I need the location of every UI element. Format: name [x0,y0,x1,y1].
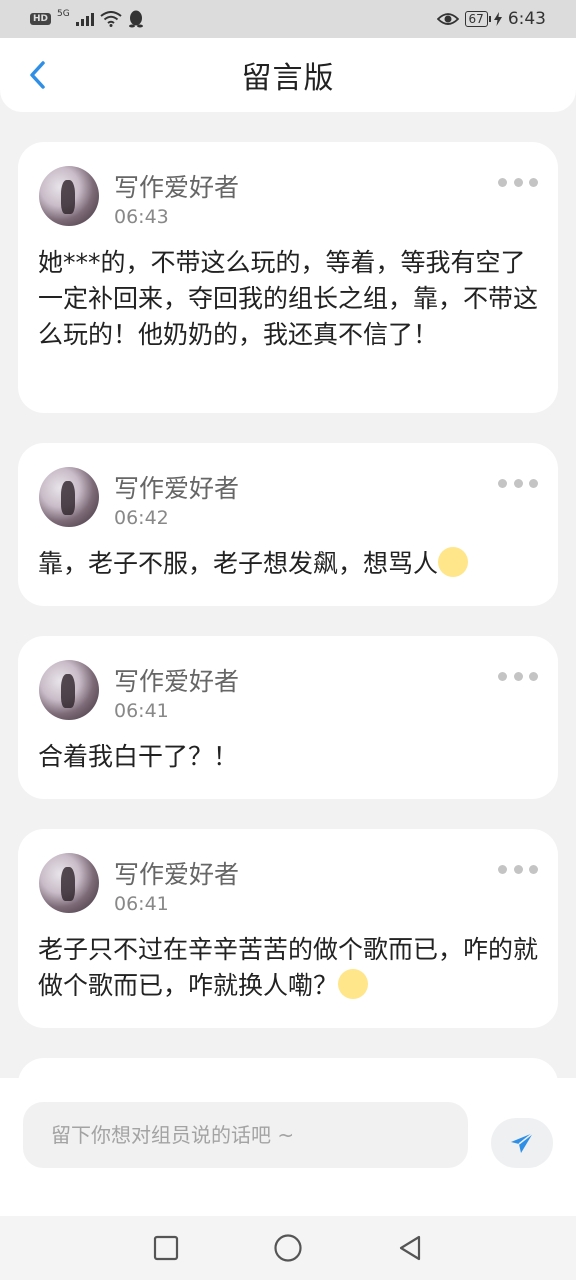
battery-icon: 67 [464,11,492,27]
moon-face-emoji-icon [438,547,469,577]
message-text: 合着我白干了？！ [38,742,239,771]
charging-icon [493,12,502,26]
message-text: 老子只不过在辛辛苦苦的做个歌而已，咋的就做个歌而已，咋就换人嘞？ [38,935,539,1000]
square-icon [153,1235,179,1261]
more-options-button[interactable] [498,670,538,682]
message-card: 写作爱好者 06:41 老子只不过在辛辛苦苦的做个歌而已，咋的就做个歌而已，咋就… [18,829,558,1028]
message-time: 06:41 [114,700,169,722]
moon-face-emoji-icon [338,969,369,999]
message-card: 写作爱好者 06:43 她***的，不带这么玩的，等着，等我有空了一定补回来，夺… [18,142,558,413]
send-button[interactable] [491,1118,553,1168]
author-name: 写作爱好者 [114,860,240,889]
system-nav-bar [0,1216,576,1280]
more-options-button[interactable] [498,863,538,875]
message-text: 她***的，不带这么玩的，等着，等我有空了一定补回来，夺回我的组长之组，靠，不带… [38,248,539,349]
message-time: 06:41 [114,893,169,915]
avatar[interactable] [39,166,99,226]
message-input[interactable] [23,1102,468,1168]
author-name: 写作爱好者 [114,173,240,202]
status-right: 67 6:43 [436,9,546,29]
more-options-button[interactable] [498,176,538,188]
circle-icon [274,1234,302,1262]
message-text: 靠，老子不服，老子想发飙，想骂人 [38,546,538,582]
qq-penguin-icon [128,10,143,28]
avatar[interactable] [39,853,99,913]
message-time: 06:43 [114,206,169,228]
wifi-icon [100,11,122,27]
network-label: 5G [57,9,70,19]
message-card [18,1058,558,1078]
signal-icon [75,12,94,26]
send-arrow-icon [511,1132,534,1153]
recent-apps-button[interactable] [149,1231,183,1265]
avatar[interactable] [39,467,99,527]
more-options-button[interactable] [498,477,538,489]
avatar[interactable] [39,660,99,720]
back-button[interactable] [22,60,52,90]
chevron-left-icon [30,61,45,89]
author-name: 写作爱好者 [114,474,240,503]
status-left: HD 5G [30,9,144,28]
app-header: 留言版 [0,38,576,112]
message-feed[interactable]: 写作爱好者 06:43 她***的，不带这么玩的，等着，等我有空了一定补回来，夺… [0,112,576,1078]
page-title: 留言版 [241,61,335,96]
nav-back-button[interactable] [393,1231,427,1265]
status-bar: HD 5G 67 6:43 [0,0,576,38]
eye-icon [436,13,459,25]
author-name: 写作爱好者 [114,667,240,696]
message-card: 写作爱好者 06:42 靠，老子不服，老子想发飙，想骂人 [18,443,558,606]
hd-badge: HD [30,13,52,25]
message-time: 06:42 [114,507,169,529]
triangle-back-icon [399,1235,421,1261]
home-button[interactable] [271,1231,305,1265]
composer-bar [0,1078,576,1216]
message-card: 写作爱好者 06:41 合着我白干了？！ [18,636,558,799]
status-time: 6:43 [507,9,546,29]
